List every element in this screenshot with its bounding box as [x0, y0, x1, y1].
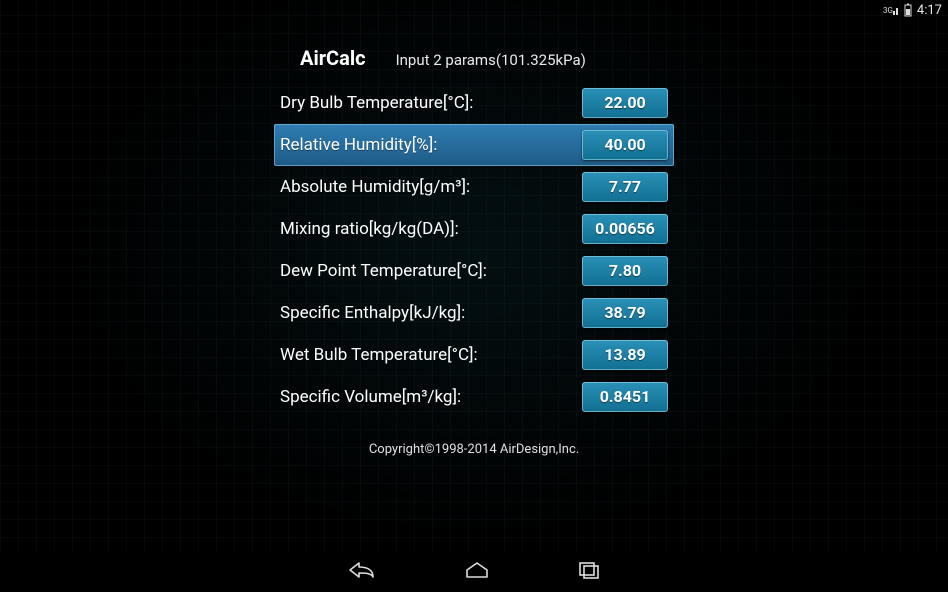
value-dry-bulb[interactable]: 22.00: [582, 88, 668, 118]
row-dry-bulb[interactable]: Dry Bulb Temperature[°C]: 22.00: [274, 82, 674, 124]
recent-apps-button[interactable]: [577, 560, 601, 584]
row-label: Mixing ratio[kg/kg(DA)]:: [280, 219, 459, 239]
nav-bar: [0, 552, 948, 592]
app-title: AirCalc: [300, 46, 366, 70]
value-absolute-humidity[interactable]: 7.77: [582, 172, 668, 202]
row-specific-enthalpy[interactable]: Specific Enthalpy[kJ/kg]: 38.79: [274, 292, 674, 334]
home-button[interactable]: [463, 560, 491, 584]
network-3g-icon: 3G: [883, 3, 899, 17]
value-wet-bulb[interactable]: 13.89: [582, 340, 668, 370]
app-subtitle: Input 2 params(101.325kPa): [396, 51, 586, 69]
battery-icon: [903, 3, 913, 17]
row-label: Wet Bulb Temperature[°C]:: [280, 345, 478, 365]
row-absolute-humidity[interactable]: Absolute Humidity[g/m³]: 7.77: [274, 166, 674, 208]
row-label: Absolute Humidity[g/m³]:: [280, 177, 470, 197]
row-relative-humidity[interactable]: Relative Humidity[%]: 40.00: [274, 124, 674, 166]
row-label: Dew Point Temperature[°C]:: [280, 261, 487, 281]
value-mixing-ratio[interactable]: 0.00656: [582, 214, 668, 244]
value-relative-humidity[interactable]: 40.00: [582, 130, 668, 160]
row-label: Dry Bulb Temperature[°C]:: [280, 93, 473, 113]
row-wet-bulb[interactable]: Wet Bulb Temperature[°C]: 13.89: [274, 334, 674, 376]
recent-apps-icon: [577, 560, 601, 580]
back-button[interactable]: [347, 560, 377, 584]
row-mixing-ratio[interactable]: Mixing ratio[kg/kg(DA)]: 0.00656: [274, 208, 674, 250]
row-dew-point[interactable]: Dew Point Temperature[°C]: 7.80: [274, 250, 674, 292]
app-content: AirCalc Input 2 params(101.325kPa) Dry B…: [0, 20, 948, 552]
copyright: Copyright©1998-2014 AirDesign,Inc.: [274, 442, 674, 457]
svg-text:3G: 3G: [883, 6, 893, 15]
row-specific-volume[interactable]: Specific Volume[m³/kg]: 0.8451: [274, 376, 674, 418]
status-bar: 3G 4:17: [0, 0, 948, 20]
row-label: Specific Enthalpy[kJ/kg]:: [280, 303, 465, 323]
status-clock: 4:17: [917, 3, 942, 18]
row-label: Specific Volume[m³/kg]:: [280, 387, 461, 407]
value-dew-point[interactable]: 7.80: [582, 256, 668, 286]
value-specific-enthalpy[interactable]: 38.79: [582, 298, 668, 328]
home-icon: [463, 560, 491, 580]
calc-panel: AirCalc Input 2 params(101.325kPa) Dry B…: [274, 46, 674, 457]
row-label: Relative Humidity[%]:: [280, 135, 437, 155]
value-specific-volume[interactable]: 0.8451: [582, 382, 668, 412]
panel-header: AirCalc Input 2 params(101.325kPa): [274, 46, 674, 70]
back-icon: [347, 560, 377, 580]
